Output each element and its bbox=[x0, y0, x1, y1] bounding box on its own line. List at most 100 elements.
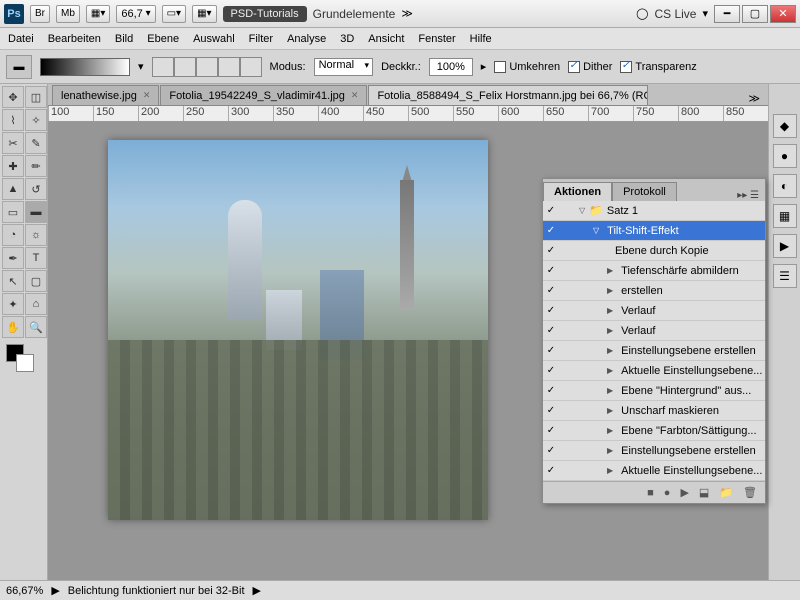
view-extras-button[interactable]: ▭▾ bbox=[162, 5, 186, 23]
gradient-diamond-button[interactable] bbox=[240, 57, 262, 77]
panel-menu-icon[interactable]: ▸▸ ☰ bbox=[731, 190, 765, 201]
toggle-checkbox[interactable]: ✓ bbox=[543, 205, 559, 216]
doc-tab-2[interactable]: Fotolia_8588494_S_Felix Horstmann.jpg be… bbox=[368, 85, 648, 105]
actions-tab[interactable]: Aktionen bbox=[543, 182, 612, 201]
menu-bild[interactable]: Bild bbox=[115, 33, 133, 45]
disclosure-icon[interactable]: ▶ bbox=[607, 346, 613, 355]
marquee-tool[interactable]: ◫ bbox=[25, 86, 47, 108]
mode-select[interactable]: Normal bbox=[314, 58, 373, 76]
toggle-checkbox[interactable]: ✓ bbox=[543, 445, 559, 456]
actions-list[interactable]: ✓▽📁Satz 1✓▽Tilt-Shift-Effekt✓Ebene durch… bbox=[543, 201, 765, 481]
close-icon[interactable]: ✕ bbox=[351, 90, 359, 101]
dither-checkbox[interactable]: Dither bbox=[568, 61, 612, 73]
action-row[interactable]: ✓▶Ebene "Farbton/Sättigung... bbox=[543, 421, 765, 441]
action-row[interactable]: ✓▶Verlauf bbox=[543, 321, 765, 341]
history-dock-icon[interactable]: ☰ bbox=[773, 264, 797, 288]
menu-datei[interactable]: Datei bbox=[8, 33, 34, 45]
disclosure-icon[interactable]: ▶ bbox=[607, 326, 613, 335]
gradient-angle-button[interactable] bbox=[196, 57, 218, 77]
toggle-checkbox[interactable]: ✓ bbox=[543, 245, 559, 256]
action-row[interactable]: ✓▶Einstellungsebene erstellen bbox=[543, 341, 765, 361]
action-row[interactable]: ✓▶Unscharf maskieren bbox=[543, 401, 765, 421]
gradient-tool-icon[interactable]: ▬ bbox=[6, 55, 32, 79]
doc-tab-0[interactable]: lenathewise.jpg✕ bbox=[52, 85, 159, 105]
stop-icon[interactable]: ■ bbox=[647, 487, 654, 499]
toggle-checkbox[interactable]: ✓ bbox=[543, 465, 559, 476]
tutorials-chip[interactable]: PSD-Tutorials bbox=[223, 6, 307, 22]
toggle-checkbox[interactable]: ✓ bbox=[543, 385, 559, 396]
eyedropper-tool[interactable]: ✎ bbox=[25, 132, 47, 154]
disclosure-icon[interactable]: ▶ bbox=[607, 406, 613, 415]
toggle-checkbox[interactable]: ✓ bbox=[543, 225, 559, 236]
toggle-checkbox[interactable]: ✓ bbox=[543, 265, 559, 276]
disclosure-icon[interactable]: ▶ bbox=[607, 386, 613, 395]
transparency-checkbox[interactable]: Transparenz bbox=[620, 61, 696, 73]
disclosure-icon[interactable]: ▽ bbox=[579, 206, 585, 215]
color-dock-icon[interactable]: ● bbox=[773, 144, 797, 168]
menu-bearbeiten[interactable]: Bearbeiten bbox=[48, 33, 101, 45]
disclosure-icon[interactable]: ▶ bbox=[607, 466, 613, 475]
action-row[interactable]: ✓Ebene durch Kopie bbox=[543, 241, 765, 261]
brush-tool[interactable]: ✏ bbox=[25, 155, 47, 177]
menu-ansicht[interactable]: Ansicht bbox=[368, 33, 404, 45]
lasso-tool[interactable]: ⌇ bbox=[2, 109, 24, 131]
minimize-button[interactable]: ━ bbox=[714, 5, 740, 23]
action-row[interactable]: ✓▶Aktuelle Einstellungsebene... bbox=[543, 461, 765, 481]
dodge-tool[interactable]: ☼ bbox=[25, 224, 47, 246]
swatches-dock-icon[interactable]: ▦ bbox=[773, 204, 797, 228]
menu-analyse[interactable]: Analyse bbox=[287, 33, 326, 45]
disclosure-icon[interactable]: ▶ bbox=[607, 286, 613, 295]
path-select-tool[interactable]: ↖ bbox=[2, 270, 24, 292]
minibridge-button[interactable]: Mb bbox=[56, 5, 80, 23]
action-row[interactable]: ✓▶Ebene "Hintergrund" aus... bbox=[543, 381, 765, 401]
eraser-tool[interactable]: ▭ bbox=[2, 201, 24, 223]
menu-ebene[interactable]: Ebene bbox=[147, 33, 179, 45]
pen-tool[interactable]: ✒ bbox=[2, 247, 24, 269]
background-swatch[interactable] bbox=[16, 354, 34, 372]
gradient-reflected-button[interactable] bbox=[218, 57, 240, 77]
record-icon[interactable]: ● bbox=[664, 487, 671, 499]
disclosure-icon[interactable]: ▶ bbox=[607, 446, 613, 455]
toggle-checkbox[interactable]: ✓ bbox=[543, 365, 559, 376]
hand-tool[interactable]: ✋ bbox=[2, 316, 24, 338]
disclosure-icon[interactable]: ▶ bbox=[607, 306, 613, 315]
new-set-icon[interactable]: ⬓ bbox=[699, 486, 709, 499]
shape-tool[interactable]: ▢ bbox=[25, 270, 47, 292]
zoom-field[interactable]: 66,7 ▾ bbox=[116, 5, 155, 23]
action-row[interactable]: ✓▶Tiefenschärfe abmildern bbox=[543, 261, 765, 281]
workspace-label[interactable]: Grundelemente bbox=[313, 7, 396, 21]
menu-3d[interactable]: 3D bbox=[340, 33, 354, 45]
stamp-tool[interactable]: ▲ bbox=[2, 178, 24, 200]
toggle-checkbox[interactable]: ✓ bbox=[543, 345, 559, 356]
toggle-checkbox[interactable]: ✓ bbox=[543, 305, 559, 316]
history-brush-tool[interactable]: ↺ bbox=[25, 178, 47, 200]
move-tool[interactable]: ✥ bbox=[2, 86, 24, 108]
type-tool[interactable]: T bbox=[25, 247, 47, 269]
actions-dock-icon[interactable]: ▶ bbox=[773, 234, 797, 258]
action-row[interactable]: ✓▶erstellen bbox=[543, 281, 765, 301]
close-button[interactable]: ✕ bbox=[770, 5, 796, 23]
arrange-button[interactable]: ▦▾ bbox=[192, 5, 216, 23]
3d-tool[interactable]: ✦ bbox=[2, 293, 24, 315]
menu-fenster[interactable]: Fenster bbox=[418, 33, 455, 45]
new-action-icon[interactable]: 📁 bbox=[719, 486, 733, 499]
workspace-more-icon[interactable]: ≫ bbox=[401, 7, 413, 20]
blur-tool[interactable]: ◔ bbox=[2, 224, 24, 246]
toggle-checkbox[interactable]: ✓ bbox=[543, 325, 559, 336]
trash-icon[interactable]: 🗑 bbox=[743, 486, 757, 499]
close-icon[interactable]: ✕ bbox=[143, 90, 151, 101]
screen-mode-button[interactable]: ▦▾ bbox=[86, 5, 110, 23]
play-icon[interactable]: ▶ bbox=[680, 486, 688, 499]
action-row[interactable]: ✓▽Tilt-Shift-Effekt bbox=[543, 221, 765, 241]
gradient-linear-button[interactable] bbox=[152, 57, 174, 77]
action-row[interactable]: ✓▽📁Satz 1 bbox=[543, 201, 765, 221]
color-swatches[interactable] bbox=[2, 344, 45, 378]
toggle-checkbox[interactable]: ✓ bbox=[543, 425, 559, 436]
menu-filter[interactable]: Filter bbox=[249, 33, 273, 45]
zoom-tool[interactable]: 🔍 bbox=[25, 316, 47, 338]
disclosure-icon[interactable]: ▶ bbox=[607, 266, 613, 275]
disclosure-icon[interactable]: ▶ bbox=[607, 366, 613, 375]
menu-auswahl[interactable]: Auswahl bbox=[193, 33, 235, 45]
opacity-field[interactable]: 100% bbox=[429, 58, 473, 76]
disclosure-icon[interactable]: ▽ bbox=[593, 226, 599, 235]
